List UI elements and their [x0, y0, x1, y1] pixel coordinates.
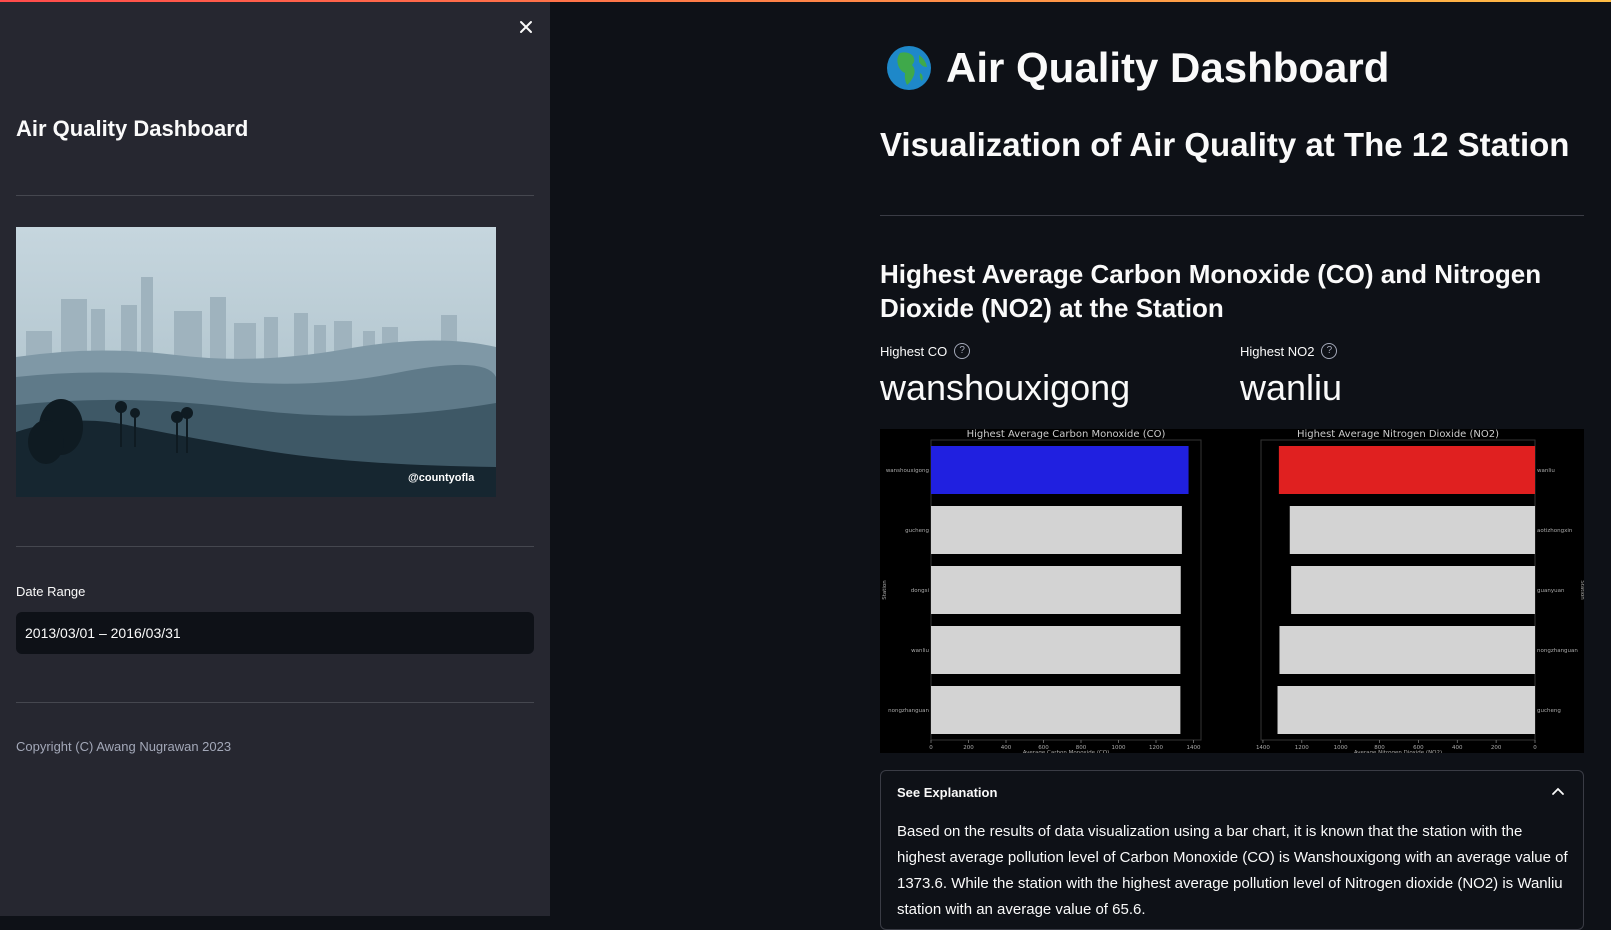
- page-title: Air Quality Dashboard: [946, 44, 1390, 91]
- chart-x-tick-label: 1400: [1256, 745, 1270, 751]
- globe-africa-icon: [887, 46, 931, 90]
- chevron-up-icon[interactable]: [1549, 783, 1567, 801]
- metric-value: wanshouxigong: [880, 367, 1131, 408]
- metric-label: Highest CO: [880, 343, 948, 359]
- sidebar: Air Quality Dashboard @countyofla Date R…: [0, 2, 550, 916]
- chart-x-tick-label: 400: [1001, 745, 1012, 751]
- close-sidebar-button[interactable]: [515, 16, 537, 38]
- image-credit: @countyofla: [408, 472, 475, 484]
- chart-category-label: aotizhongxin: [1537, 528, 1573, 534]
- chart-category-label: guanyuan: [1537, 588, 1565, 594]
- city-smog-image: @countyofla: [16, 227, 496, 497]
- chart-title: Highest Average Nitrogen Dioxide (NO2): [1297, 429, 1499, 440]
- chart-x-tick-label: 0: [1533, 745, 1537, 751]
- chart-bar: [931, 626, 1181, 674]
- metric-value: wanliu: [1240, 367, 1343, 408]
- metric-highest-no2: Highest NO2 ? wanliu: [1240, 343, 1342, 409]
- bar-charts-svg: Highest Average Carbon Monoxide (CO) wans…: [882, 429, 1584, 753]
- metric-highest-co: Highest CO ? wanshouxigong: [880, 343, 1130, 409]
- expander-text: Based on the results of data visualizati…: [897, 823, 1568, 918]
- chart-y-axis-label: Station: [882, 580, 888, 600]
- sidebar-divider: [16, 546, 534, 547]
- chart-bar: [1278, 446, 1535, 494]
- chart-x-tick-label: 200: [1491, 745, 1502, 751]
- chart-x-tick-label: 1400: [1187, 745, 1201, 751]
- chart-category-label: wanliu: [1537, 468, 1555, 474]
- chart-x-tick-label: 200: [963, 745, 974, 751]
- chart-title: Highest Average Carbon Monoxide (CO): [967, 429, 1166, 440]
- sidebar-divider: [16, 702, 534, 703]
- date-range-input[interactable]: 2013/03/01 – 2016/03/31: [16, 612, 534, 654]
- help-icon[interactable]: ?: [954, 343, 971, 359]
- chart-x-tick-label: 1200: [1295, 745, 1309, 751]
- main-divider: [880, 215, 1584, 216]
- chart-category-label: dongsi: [911, 588, 930, 594]
- sidebar-divider: [16, 195, 534, 196]
- chart-x-axis-label: Average Carbon Monoxide (CO): [1023, 750, 1110, 753]
- chart-bar: [1279, 626, 1535, 674]
- chart-bar: [1291, 566, 1535, 614]
- bar-charts-figure: Highest Average Carbon Monoxide (CO) wans…: [880, 429, 1584, 753]
- chart-x-tick-label: 1200: [1149, 745, 1163, 751]
- explanation-expander[interactable]: See Explanation Based on the results of …: [880, 770, 1584, 930]
- chart-bar: [931, 566, 1181, 614]
- chart-x-tick-label: 1000: [1334, 745, 1348, 751]
- chart-y-axis-label: Station: [1579, 580, 1584, 600]
- page-subtitle: Visualization of Air Quality at The 12 S…: [880, 126, 1570, 163]
- chart-bar: [1277, 686, 1535, 734]
- page-title-row: Air Quality Dashboard: [886, 40, 1389, 96]
- chart-x-tick-label: 1000: [1112, 745, 1126, 751]
- chart-bar: [931, 686, 1181, 734]
- chart-category-label: wanliu: [911, 648, 929, 654]
- chart-category-label: gucheng: [1537, 708, 1561, 714]
- chart-x-tick-label: 0: [929, 745, 933, 751]
- chart-category-label: nongzhanguan: [1537, 648, 1578, 654]
- chart-category-label: gucheng: [905, 528, 929, 534]
- chart-bar: [931, 506, 1182, 554]
- close-icon: [520, 21, 532, 33]
- section-title: Highest Average Carbon Monoxide (CO) and…: [880, 259, 1542, 323]
- chart-x-tick-label: 400: [1452, 745, 1463, 751]
- copyright-text: Copyright (C) Awang Nugrawan 2023: [16, 739, 232, 754]
- chart-category-label: wanshouxigong: [886, 468, 929, 474]
- chart-x-axis-label: Average Nitrogen Dioxide (NO2): [1354, 750, 1442, 753]
- metric-label: Highest NO2: [1240, 343, 1315, 359]
- chart-bar: [1289, 506, 1535, 554]
- chart-category-label: nongzhanguan: [888, 708, 929, 714]
- chart-bar: [931, 446, 1189, 494]
- date-range-label: Date Range: [16, 584, 86, 599]
- sidebar-title: Air Quality Dashboard: [16, 116, 249, 141]
- help-icon[interactable]: ?: [1321, 343, 1338, 359]
- expander-label[interactable]: See Explanation: [897, 785, 997, 800]
